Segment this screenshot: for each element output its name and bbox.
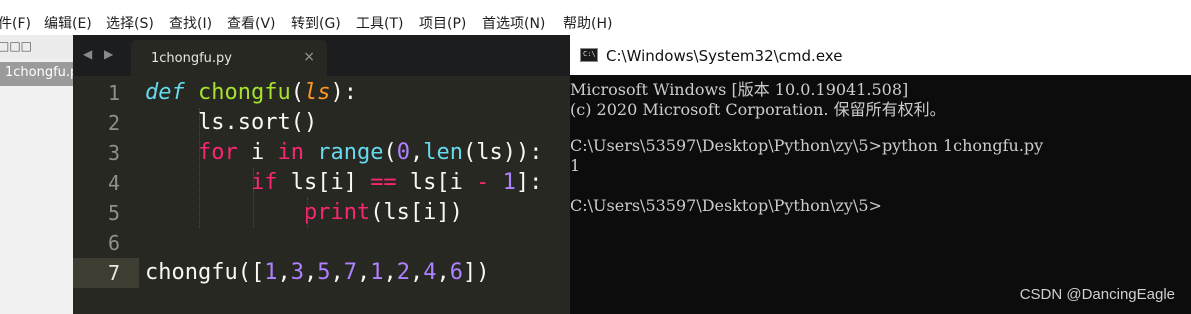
code-text: if ls[i] == ls[i - 1]: [250,170,543,195]
code-line: 6 [73,228,570,258]
menu-bar: 件(F) 编辑(E) 选择(S) 查找(I) 查看(V) 转到(G) 工具(T)… [0,0,1191,40]
sidebar-header-label: □□□ [0,39,33,53]
indent-guide [199,108,200,228]
line-number: 1 [107,81,120,105]
line-number: 6 [107,231,120,255]
line-number: 5 [107,201,120,225]
indent-guide [307,198,308,228]
code-text: def chongfu(ls): [145,80,357,105]
tab-nav-arrows-icon[interactable]: ◀ ▶ [83,47,117,61]
code-line: 1 def chongfu(ls): [73,78,570,108]
tab-1chongfu[interactable]: 1chongfu.py × [131,40,327,76]
menu-goto[interactable]: 转到(G) [291,13,341,33]
indent-guide [253,168,254,228]
sidebar: □□□ 1chongfu.py [0,35,73,314]
code-text: ls.sort() [145,110,318,135]
code-line: 2 ls.sort() [73,108,570,138]
menu-file[interactable]: 件(F) [0,13,31,33]
code-line-current: 7 chongfu([1,3,5,7,1,2,4,6]) [73,258,570,288]
sidebar-item-label: 1chongfu.py [5,65,73,80]
code-line: 3 for i in range(0,len(ls)): [73,138,570,168]
code-line: 4 if ls[i] == ls[i - 1]: [73,168,570,198]
code-editor[interactable]: 1 def chongfu(ls): 2 ls.sort() 3 for i i… [73,76,570,314]
menu-view[interactable]: 查看(V) [227,13,276,33]
watermark: CSDN @DancingEagle [1019,286,1175,303]
line-number: 7 [107,261,120,285]
line-number: 4 [107,171,120,195]
cmd-title-bar[interactable]: C:\ C:\Windows\System32\cmd.exe [570,35,1191,75]
editor-tab-bar: ◀ ▶ 1chongfu.py × [73,35,570,76]
console-line: C:\Users\53597\Desktop\Python\zy\5>pytho… [570,136,1044,155]
menu-tools[interactable]: 工具(T) [356,13,403,33]
close-icon[interactable]: × [303,49,315,65]
line-number: 3 [107,141,120,165]
sidebar-item-1chongfu[interactable]: 1chongfu.py [0,62,73,86]
console-line: C:\Users\53597\Desktop\Python\zy\5> [570,196,882,215]
menu-project[interactable]: 项目(P) [419,13,466,33]
menu-preferences[interactable]: 首选项(N) [482,13,545,33]
cmd-console[interactable]: Microsoft Windows [版本 10.0.19041.508] (c… [570,75,1191,314]
code-text: for i in range(0,len(ls)): [197,140,543,165]
cmd-title: C:\Windows\System32\cmd.exe [606,47,843,65]
cmd-icon-label: C:\ [583,50,596,58]
cmd-icon: C:\ [580,48,598,62]
menu-selection[interactable]: 选择(S) [106,13,154,33]
code-text: print(ls[i]) [303,200,463,225]
console-line: (c) 2020 Microsoft Corporation. 保留所有权利。 [570,100,946,119]
cmd-window: C:\ C:\Windows\System32\cmd.exe Microsof… [570,35,1191,314]
menu-help[interactable]: 帮助(H) [563,13,612,33]
console-line: 1 [570,156,581,175]
line-number: 2 [107,111,120,135]
sidebar-header: □□□ [0,35,73,59]
tab-label: 1chongfu.py [151,51,232,66]
menu-edit[interactable]: 编辑(E) [44,13,92,33]
code-text: chongfu([1,3,5,7,1,2,4,6]) [145,260,490,285]
code-line: 5 print(ls[i]) [73,198,570,228]
menu-find[interactable]: 查找(I) [169,13,212,33]
